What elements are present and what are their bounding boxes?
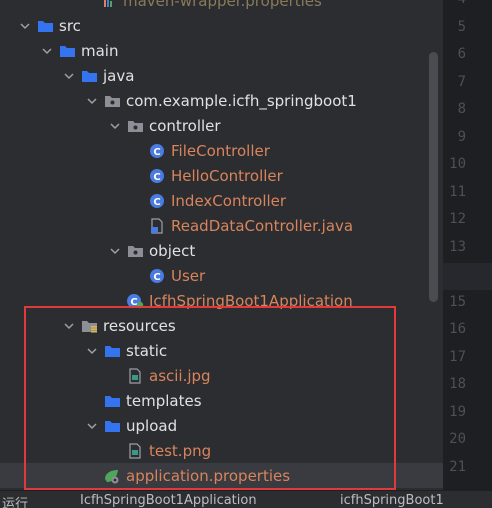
package-icon: [126, 118, 144, 134]
line-number: 10: [449, 156, 466, 172]
tree-item[interactable]: C IcfhSpringBoot1Application: [0, 288, 443, 313]
tree-item-label: User: [171, 266, 206, 285]
tree-item-label: upload: [126, 416, 178, 435]
tree-item[interactable]: maven-wrapper.properties: [0, 0, 443, 13]
tree-item[interactable]: src: [0, 13, 443, 38]
tree-item[interactable]: C User: [0, 263, 443, 288]
chevron-down-icon[interactable]: [62, 69, 76, 83]
class-icon: C: [148, 143, 166, 159]
chevron-down-icon[interactable]: [85, 419, 99, 433]
line-number: 5: [457, 18, 466, 35]
tree-item-label: maven-wrapper.properties: [123, 0, 322, 10]
properties-file-icon: [100, 0, 118, 9]
run-tab-label[interactable]: 运行: [2, 493, 28, 508]
tree-item[interactable]: C HelloController: [0, 163, 443, 188]
folder-icon: [103, 393, 121, 409]
line-number: 7: [457, 73, 466, 90]
tree-item[interactable]: upload: [0, 413, 443, 438]
tree-item[interactable]: com.example.icfh_springboot1: [0, 88, 443, 113]
java-file-icon: [148, 217, 166, 234]
image-file-icon: [126, 442, 144, 459]
spring-class-icon: C: [126, 293, 144, 309]
tree-item-label: object: [149, 241, 196, 260]
svg-text:C: C: [153, 147, 160, 158]
tree-item-label: HelloController: [171, 166, 283, 185]
tree-item[interactable]: object: [0, 238, 443, 263]
package-icon: [126, 243, 144, 259]
tree-item[interactable]: main: [0, 38, 443, 63]
tree-item-label: ascii.jpg: [149, 366, 211, 385]
tree-item[interactable]: application.properties: [0, 463, 443, 488]
line-number: 15: [449, 293, 466, 310]
tree-item[interactable]: C IndexController: [0, 188, 443, 213]
chevron-down-icon[interactable]: [40, 44, 54, 58]
source-folder-icon: [80, 68, 98, 84]
line-number: 17: [449, 348, 466, 365]
tree-item[interactable]: C FileController: [0, 138, 443, 163]
line-number: 8: [457, 101, 466, 117]
tree-item[interactable]: controller: [0, 113, 443, 138]
tree-item-label: resources: [103, 316, 176, 335]
line-number: 13: [449, 238, 466, 255]
tree-item-label: java: [103, 66, 135, 85]
svg-text:C: C: [153, 197, 160, 208]
folder-icon: [103, 343, 121, 359]
tree-item-label: main: [81, 41, 119, 60]
class-icon: C: [148, 268, 166, 284]
tree-item-label: IcfhSpringBoot1Application: [149, 291, 353, 310]
tree-item-label: static: [126, 341, 168, 360]
tree-item-label: templates: [126, 391, 202, 410]
current-line-highlight: [443, 263, 492, 290]
chevron-down-icon[interactable]: [18, 19, 32, 33]
spring-properties-icon: [103, 468, 121, 484]
image-file-icon: [126, 367, 144, 384]
line-number: 16: [449, 321, 466, 337]
package-icon: [103, 93, 121, 109]
tree-item-label: IndexController: [171, 191, 287, 210]
resources-folder-icon: [80, 318, 98, 334]
run-tool-window-bar: 运行 IcfhSpringBoot1Application icfhSpring…: [0, 490, 492, 508]
chevron-down-icon[interactable]: [62, 319, 76, 333]
tree-item-label: application.properties: [126, 466, 291, 485]
project-tree: maven-wrapper.properties src main java com.e…: [0, 0, 443, 490]
line-number-gutter: 456789101112131415161718192021: [443, 0, 492, 490]
tree-item-label: com.example.icfh_springboot1: [126, 91, 357, 110]
tree-item[interactable]: resources: [0, 313, 443, 338]
folder-icon: [58, 43, 76, 59]
line-number: 6: [457, 46, 466, 62]
chevron-down-icon[interactable]: [85, 344, 99, 358]
tree-item[interactable]: ascii.jpg: [0, 363, 443, 388]
run-config-label[interactable]: IcfhSpringBoot1Application: [80, 493, 257, 508]
folder-icon: [103, 418, 121, 434]
class-icon: C: [148, 193, 166, 209]
class-icon: C: [148, 168, 166, 184]
line-number: 4: [436, 0, 466, 13]
tree-item[interactable]: test.png: [0, 438, 443, 463]
tree-item-label: controller: [149, 116, 221, 135]
line-number: 9: [457, 128, 466, 145]
tree-item[interactable]: ReadDataController.java: [0, 213, 443, 238]
line-number: 18: [449, 376, 466, 392]
svg-text:C: C: [153, 272, 160, 283]
chevron-down-icon[interactable]: [85, 94, 99, 108]
chevron-down-icon[interactable]: [108, 244, 122, 258]
line-number: 11: [449, 183, 466, 200]
chevron-down-icon[interactable]: [108, 119, 122, 133]
folder-icon: [36, 18, 54, 34]
line-number: 20: [449, 431, 466, 447]
tree-item[interactable]: templates: [0, 388, 443, 413]
tree-item-label: test.png: [149, 441, 212, 460]
svg-text:C: C: [153, 172, 160, 183]
tree-item-label: ReadDataController.java: [171, 216, 354, 235]
tree-item-label: FileController: [171, 141, 270, 160]
line-number: 19: [449, 403, 466, 420]
run-config-label-2[interactable]: icfhSpringBoot1: [340, 493, 444, 508]
line-number: 12: [449, 211, 466, 227]
tree-item[interactable]: java: [0, 63, 443, 88]
tree-item[interactable]: static: [0, 338, 443, 363]
tree-item-label: src: [59, 16, 81, 35]
svg-text:C: C: [130, 297, 137, 308]
line-number: 21: [449, 458, 466, 475]
